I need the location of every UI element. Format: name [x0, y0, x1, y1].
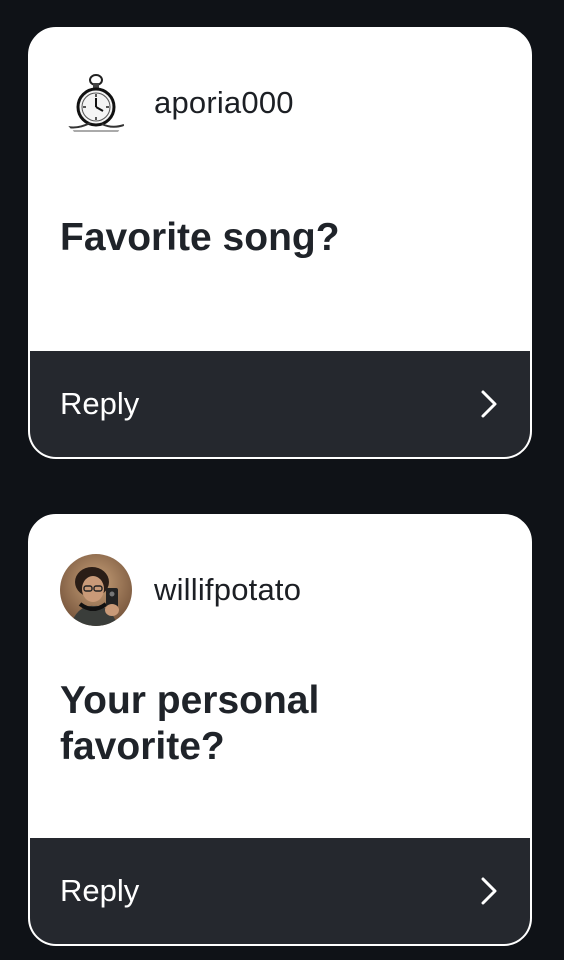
username[interactable]: willifpotato	[154, 572, 301, 608]
question-text: Favorite song?	[60, 216, 340, 259]
chevron-right-icon	[481, 877, 497, 905]
card-body: willifpotato Your personal favorite?	[30, 516, 530, 840]
question-card: willifpotato Your personal favorite? Rep…	[28, 514, 532, 946]
pocket-watch-icon[interactable]	[60, 67, 132, 139]
user-photo-avatar[interactable]	[60, 554, 132, 626]
author-row: willifpotato	[60, 554, 301, 626]
author-row: aporia000	[60, 67, 294, 139]
reply-label: Reply	[60, 386, 140, 421]
card-body: aporia000 Favorite song?	[30, 29, 530, 353]
username[interactable]: aporia000	[154, 85, 294, 121]
reply-button[interactable]: Reply	[30, 351, 530, 457]
question-card: aporia000 Favorite song? Reply	[28, 27, 532, 459]
question-text: Your personal favorite?	[60, 679, 320, 768]
reply-button[interactable]: Reply	[30, 838, 530, 944]
reply-label: Reply	[60, 873, 140, 908]
chevron-right-icon	[481, 390, 497, 418]
